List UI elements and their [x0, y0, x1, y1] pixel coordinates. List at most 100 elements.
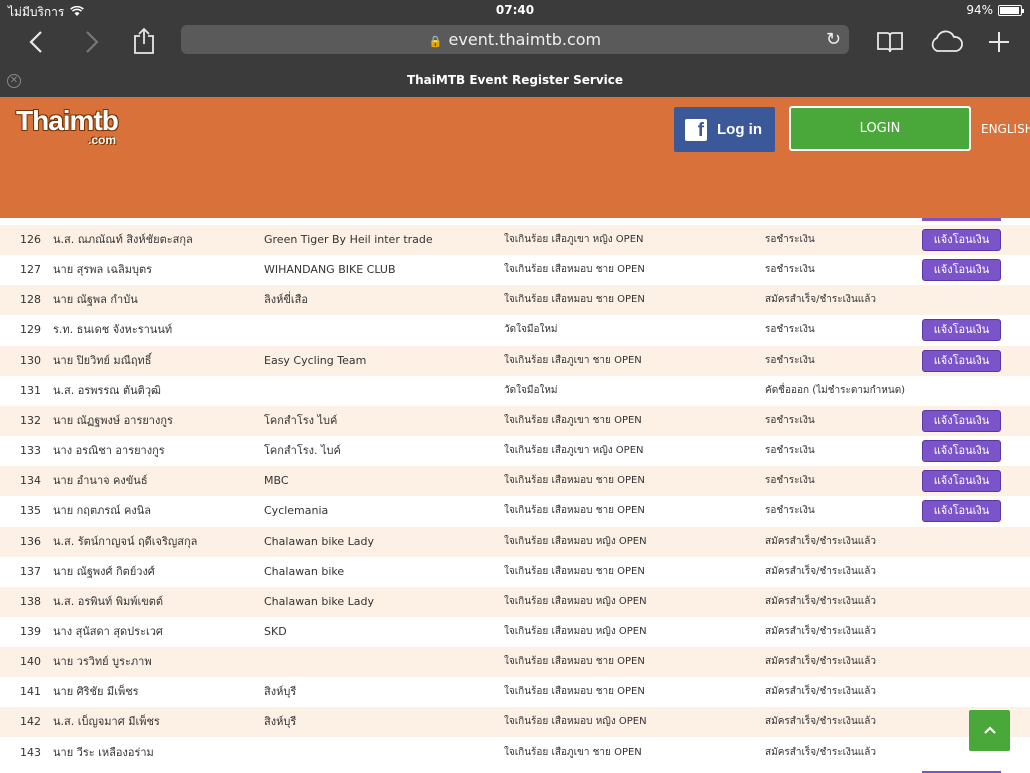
team-name: MBC [264, 474, 289, 488]
row-number: 142 [20, 715, 41, 729]
team-name: WIHANDANG BIKE CLUB [264, 263, 396, 277]
team-name: Green Tiger By Heil inter trade [264, 233, 433, 246]
rider-name: นาง สุนัสดา สุดประเวศ [53, 624, 163, 638]
close-tab-icon[interactable]: ✕ [7, 74, 21, 88]
clock: 07:40 [495, 3, 535, 17]
table-row: 139 นาง สุนัสดา สุดประเวศ SKD ใจเกินร้อย เส… [0, 616, 1030, 647]
report-payment-button[interactable]: แจ้งโอนเงินแทน [922, 259, 1001, 296]
share-icon[interactable] [132, 26, 156, 58]
facebook-login-button[interactable]: f Log in [674, 107, 775, 152]
browser-toolbar: 🔒 event.thaimtb.com ↻ [0, 22, 1030, 64]
race-category: ใจเกินร้อย เสือภูเขา ชาย OPEN [504, 414, 642, 426]
table-row: 143 นาย วีระ เหลืองอร่าม ใจเกินร้อย เสือภู… [0, 737, 1030, 768]
team-name: ลิงห์ขี่เสือ [264, 293, 308, 307]
row-number: 129 [20, 323, 41, 337]
table-row: 141 นาย ศิริชัย มีเพ็ชร สิงห์บุรี ใจเกินร้อ… [0, 677, 1030, 708]
team-name [264, 647, 499, 677]
rider-name: นาย ณัฐพงศ์ กิตย์วงศ์ [53, 564, 155, 578]
row-number: 134 [20, 474, 41, 488]
table-row: 131 น.ส. อรพรรณ ตันติวุฒิ วัดใจมือใหม่ คัดช… [0, 375, 1030, 406]
row-number: 132 [20, 413, 41, 427]
table-row: 137 นาย ณัฐพงศ์ กิตย์วงศ์ Chalawan bike ใจเ… [0, 556, 1030, 587]
logo-text: Thaimtb [16, 105, 119, 136]
payment-status: สมัครสำเร็จ/ชำระเงินแล้ว [765, 294, 876, 306]
table-row: 127 นาย สุรพล เฉลิมบุตร WIHANDANG BIKE CLU… [0, 255, 1030, 296]
table-row: 128 นาย ณัฐพล กำบัน ลิงห์ขี่เสือ ใจเกินร้อย… [0, 285, 1030, 316]
language-switch[interactable]: ENGLISH [981, 122, 1030, 136]
report-payment-button[interactable]: แจ้งโอนเงินแทน [922, 440, 1001, 477]
payment-status: สมัครสำเร็จ/ชำระเงินแล้ว [765, 746, 876, 758]
payment-status: สมัครสำเร็จ/ชำระเงินแล้ว [765, 565, 876, 577]
row-number: 136 [20, 534, 41, 548]
table-row: 134 นาย อำนาจ คงขันธ์ MBC ใจเกินร้อย เสือหม… [0, 466, 1030, 507]
table-row: 133 นาง อรณิชา อารยางกูร โคกสำโรง. ไบค์ ใจเ… [0, 436, 1030, 477]
rider-name: ร.ท. ธนเดช จังหะรานนท์ [53, 323, 173, 337]
scroll-to-top-button[interactable] [969, 710, 1010, 751]
tab-title: ThaiMTB Event Register Service [406, 73, 624, 87]
login-button[interactable]: LOGIN [789, 106, 971, 151]
team-name [264, 738, 499, 768]
url-text: event.thaimtb.com [448, 30, 602, 49]
report-payment-button[interactable]: แจ้งโอนเงินแทน [922, 349, 1001, 387]
rider-name: น.ส. อรพินท์ พิมพ์เขตต์ [53, 594, 164, 608]
team-name: Easy Cycling Team [264, 353, 367, 367]
row-number: 141 [20, 685, 41, 699]
team-name: สิงห์บุรี [264, 715, 297, 729]
payment-status: สมัครสำเร็จ/ชำระเงินแล้ว [765, 625, 876, 637]
forward-icon[interactable] [80, 26, 104, 58]
payment-status: รอชำระเงิน [765, 505, 815, 517]
table-row: 132 นาย ณัฏฐพงษ์ อารยางกูร โคกสำโรง ไบค์ ใจ… [0, 405, 1030, 447]
payment-status: รอชำระเงิน [765, 475, 815, 487]
race-category: ใจเกินร้อย เสือหมอบ ชาย OPEN [504, 264, 645, 276]
payment-status: รอชำระเงิน [765, 324, 815, 336]
row-number: 127 [20, 263, 41, 277]
table-row: 140 นาย วรวิทย์ บูระภาพ ใจเกินร้อย เสือหมอ… [0, 647, 1030, 678]
payment-status: สมัครสำเร็จ/ชำระเงินแล้ว [765, 686, 876, 698]
thaimtb-logo[interactable]: Thaimtb .com [16, 105, 119, 147]
team-name: โคกสำโรง. ไบค์ [264, 444, 341, 458]
chevron-up-icon [983, 726, 996, 734]
row-number: 126 [20, 233, 41, 246]
facebook-login-label: Log in [717, 121, 762, 138]
race-category: ใจเกินร้อย เสือภูเขา ชาย OPEN [504, 746, 642, 758]
payment-status: สมัครสำเร็จ/ชำระเงินแล้ว [765, 595, 876, 607]
row-number: 143 [20, 745, 41, 759]
payment-status: รอชำระเงิน [765, 354, 815, 366]
rider-name: นาง อรณิชา อารยางกูร [53, 444, 165, 458]
cloud-tabs-icon[interactable] [928, 26, 964, 58]
payment-status: คัดชื่อออก (ไม่ชำระตามกำหนด) [765, 384, 906, 396]
table-row: 135 นาย กฤตภรณ์ คงนิล Cyclemania ใจเกินร้อย… [0, 496, 1030, 537]
battery-icon [998, 4, 1024, 16]
new-tab-icon[interactable] [986, 26, 1012, 58]
race-category: ใจเกินร้อย เสือหมอบ ชาย OPEN [504, 565, 645, 577]
back-icon[interactable] [24, 26, 48, 58]
rider-name: นาย อำนาจ คงขันธ์ [53, 474, 148, 488]
rider-name: นาย ศิริชัย มีเพ็ชร [53, 685, 139, 699]
team-name: สิงห์บุรี [264, 685, 297, 699]
rider-name: นาย ณัฐพล กำบัน [53, 293, 138, 307]
report-payment-button[interactable]: แจ้งโอนเงินแทน [922, 319, 1001, 356]
payment-status: สมัครสำเร็จ/ชำระเงินแล้ว [765, 656, 876, 668]
race-category: ใจเกินร้อย เสือภูเขา ชาย OPEN [504, 354, 642, 366]
payment-status: สมัครสำเร็จ/ชำระเงินแล้ว [765, 535, 876, 547]
race-category: ใจเกินร้อย เสือภูเขา หญิง OPEN [504, 445, 644, 457]
rider-name: นาย กฤตภรณ์ คงนิล [53, 504, 151, 518]
pay-button-partial[interactable] [922, 218, 1001, 221]
rider-name: น.ส. ณภณัณท์ สิงห์ชัยตะสกุล [53, 233, 193, 246]
row-number: 140 [20, 655, 41, 669]
payment-status: รอชำระเงิน [765, 445, 815, 457]
row-number: 128 [20, 293, 41, 307]
report-payment-button[interactable]: แจ้งโอนเงินแทน [922, 470, 1001, 507]
team-name: Chalawan bike Lady [264, 534, 375, 548]
report-payment-button[interactable]: แจ้งโอนเงินแทน [922, 500, 1001, 537]
race-category: ใจเกินร้อย เสือภูเขา หญิง OPEN [504, 234, 644, 245]
bookmarks-icon[interactable] [876, 26, 904, 58]
reload-icon[interactable]: ↻ [826, 25, 841, 54]
site-header: Thaimtb .com f Log in LOGIN ENGLISH [0, 97, 1030, 218]
logo-sub-text: .com [88, 133, 117, 147]
report-payment-button[interactable]: แจ้งโอนเงินแทน [922, 409, 1001, 447]
report-payment-button[interactable]: แจ้งโอนเงินแทน [922, 229, 1001, 266]
payment-status: รอชำระเงิน [765, 264, 815, 276]
registration-table: 126 น.ส. ณภณัณท์ สิงห์ชัยตะสกุล Green Tige… [0, 218, 1030, 773]
address-bar[interactable]: 🔒 event.thaimtb.com ↻ [181, 25, 849, 54]
